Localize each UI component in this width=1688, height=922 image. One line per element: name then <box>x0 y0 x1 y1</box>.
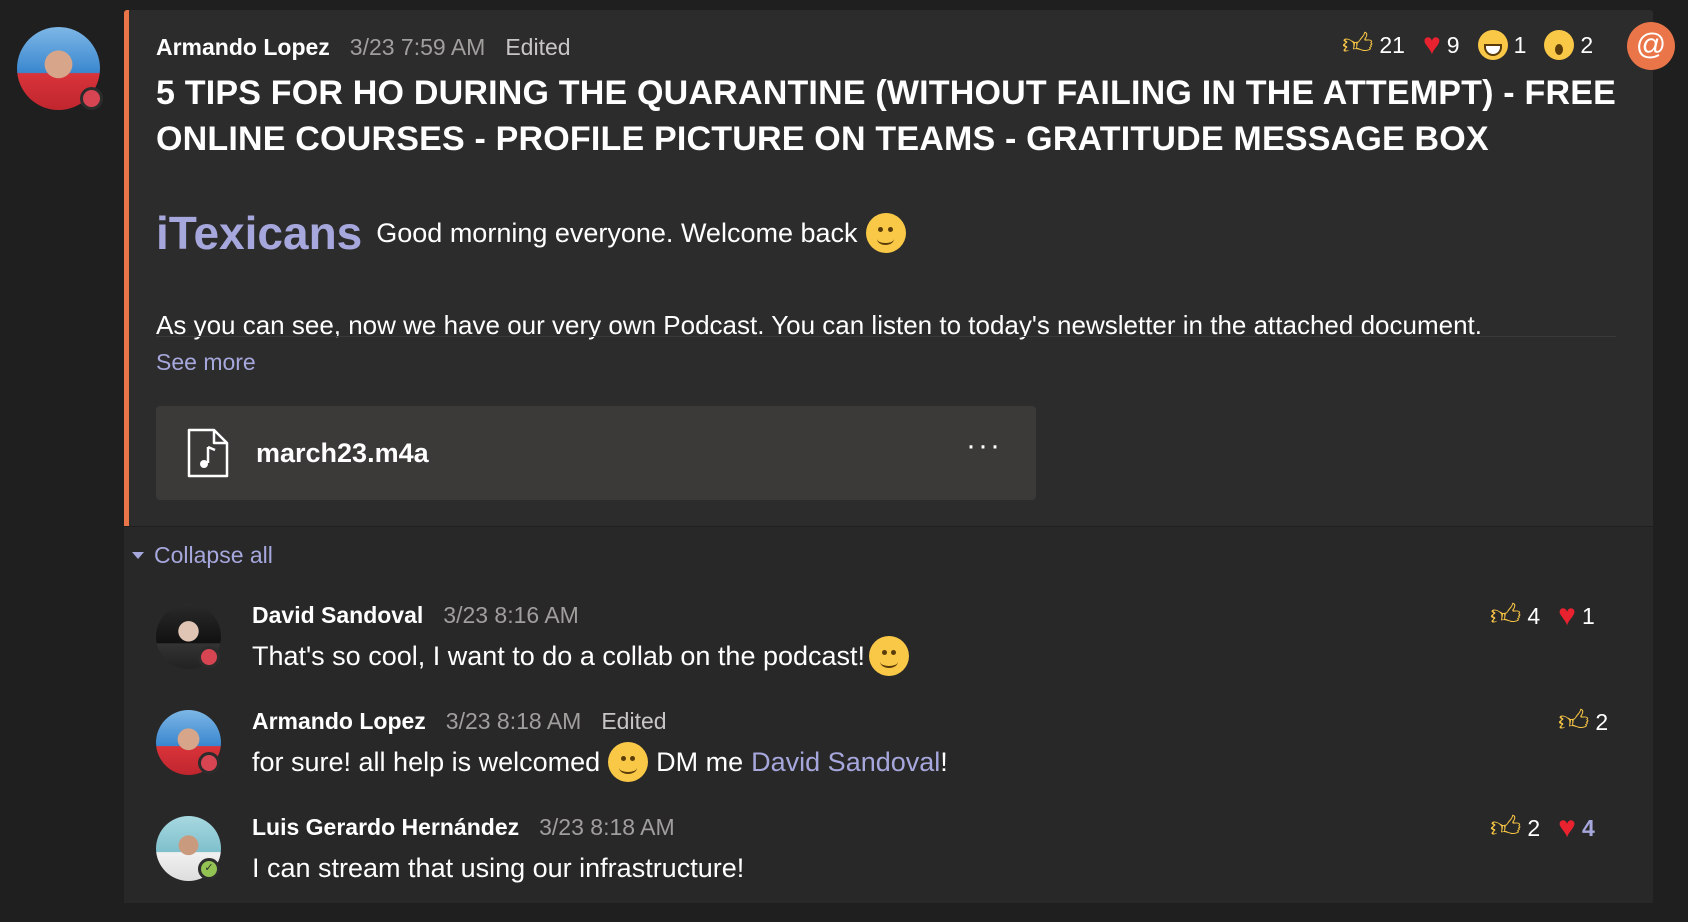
smile-emoji-icon <box>865 213 906 253</box>
reply-message: That's so cool, I want to do a collab on… <box>252 641 866 671</box>
reply-author-name[interactable]: David Sandoval <box>252 602 423 629</box>
reply-timestamp: 3/23 8:18 AM <box>539 814 675 840</box>
greeting-text: Good morning everyone. Welcome back <box>376 217 858 248</box>
reply-header: David Sandoval 3/23 8:16 AM <box>252 602 579 629</box>
post-edited-label: Edited <box>505 34 571 60</box>
reply-reactions: 👍︎ 2 <box>1540 707 1608 737</box>
post-timestamp: 3/23 7:59 AM <box>349 34 486 60</box>
caret-down-icon <box>132 552 144 559</box>
reaction-count: 1 <box>1513 31 1527 58</box>
post-header: Armando Lopez 3/23 7:59 AM Edited <box>156 34 571 61</box>
attachment-file-name: march23.m4a <box>256 437 429 468</box>
reply-author-name[interactable]: Luis Gerardo Hernández <box>252 814 519 841</box>
reaction-count: 4 <box>1527 602 1541 629</box>
reply-message: for sure! all help is welcomed <box>252 747 601 777</box>
reply-author-name[interactable]: Armando Lopez <box>252 708 426 735</box>
reply-text: That's so cool, I want to do a collab on… <box>252 634 913 678</box>
heart-icon: ♥ <box>1558 811 1576 844</box>
reaction-count: 9 <box>1446 31 1460 58</box>
reaction-heart[interactable]: ♥ 1 <box>1558 601 1595 631</box>
greeting-line: iTexicans Good morning everyone. Welcome… <box>156 206 906 260</box>
reply-reactions: 👍︎ 4 ♥ 1 <box>1472 601 1595 631</box>
like-icon: 👍︎ <box>1342 28 1374 61</box>
reply-text: for sure! all help is welcomed DM me Dav… <box>252 740 948 784</box>
reaction-surprised[interactable]: 2 <box>1544 30 1593 60</box>
reaction-count: 2 <box>1595 708 1609 735</box>
user-mention-link[interactable]: David Sandoval <box>751 740 940 784</box>
file-attachment[interactable]: march23.m4a ··· <box>156 406 1036 500</box>
reaction-like[interactable]: 👍︎ 21 <box>1342 30 1405 60</box>
reaction-count: 21 <box>1379 31 1405 58</box>
more-options-icon[interactable]: ··· <box>966 431 1002 461</box>
reply-message-end: ! <box>940 747 948 777</box>
heart-icon: ♥ <box>1558 599 1576 632</box>
reaction-heart[interactable]: ♥ 9 <box>1423 30 1460 60</box>
like-icon: 👍︎ <box>1490 599 1522 632</box>
reply-timestamp: 3/23 8:18 AM <box>445 708 582 734</box>
mention-at-icon: @ <box>1627 22 1675 70</box>
reaction-count: 2 <box>1527 814 1541 841</box>
reply-message-continued: DM me <box>656 747 744 777</box>
reply-message: I can stream that using our infrastructu… <box>252 853 745 883</box>
like-icon: 👍︎ <box>1490 811 1522 844</box>
reply-header: Luis Gerardo Hernández 3/23 8:18 AM <box>252 814 675 841</box>
reaction-like[interactable]: 👍︎ 4 <box>1490 601 1540 631</box>
reply-edited-label: Edited <box>601 708 667 734</box>
presence-busy-icon <box>198 646 220 668</box>
reaction-count: 4 <box>1581 814 1595 841</box>
smile-emoji-icon <box>869 636 910 676</box>
reaction-like[interactable]: 👍︎ 2 <box>1558 707 1608 737</box>
post-author-name[interactable]: Armando Lopez <box>156 34 330 61</box>
post-title: 5 TIPS FOR HO DURING THE QUARANTINE (WIT… <box>156 74 1616 158</box>
reaction-heart[interactable]: ♥ 4 <box>1558 813 1595 843</box>
post-reactions: 👍︎ 21 ♥ 9 1 2 <box>1324 30 1593 60</box>
reply-timestamp: 3/23 8:16 AM <box>443 602 579 628</box>
divider <box>156 336 1616 337</box>
reaction-count: 2 <box>1580 31 1594 58</box>
heart-icon: ♥ <box>1422 28 1441 61</box>
brand-heading: iTexicans <box>156 207 363 259</box>
collapse-all-label: Collapse all <box>154 542 273 568</box>
reaction-count: 1 <box>1581 602 1595 629</box>
smile-emoji-icon <box>608 742 649 782</box>
presence-available-icon: ✓ <box>198 858 220 880</box>
presence-busy-icon <box>80 87 103 110</box>
surprised-icon <box>1544 30 1575 60</box>
reply-reactions: 👍︎ 2 ♥ 4 <box>1472 813 1595 843</box>
reply-text: I can stream that using our infrastructu… <box>252 846 744 890</box>
collapse-all-button[interactable]: Collapse all <box>132 542 273 569</box>
like-icon: 👍︎ <box>1558 705 1590 738</box>
see-more-link[interactable]: See more <box>156 349 256 376</box>
laugh-icon <box>1477 30 1508 60</box>
reply-header: Armando Lopez 3/23 8:18 AM Edited <box>252 708 667 735</box>
presence-busy-icon <box>198 752 220 774</box>
reaction-laugh[interactable]: 1 <box>1477 30 1527 60</box>
audio-file-icon <box>187 428 229 478</box>
reaction-like[interactable]: 👍︎ 2 <box>1490 813 1540 843</box>
